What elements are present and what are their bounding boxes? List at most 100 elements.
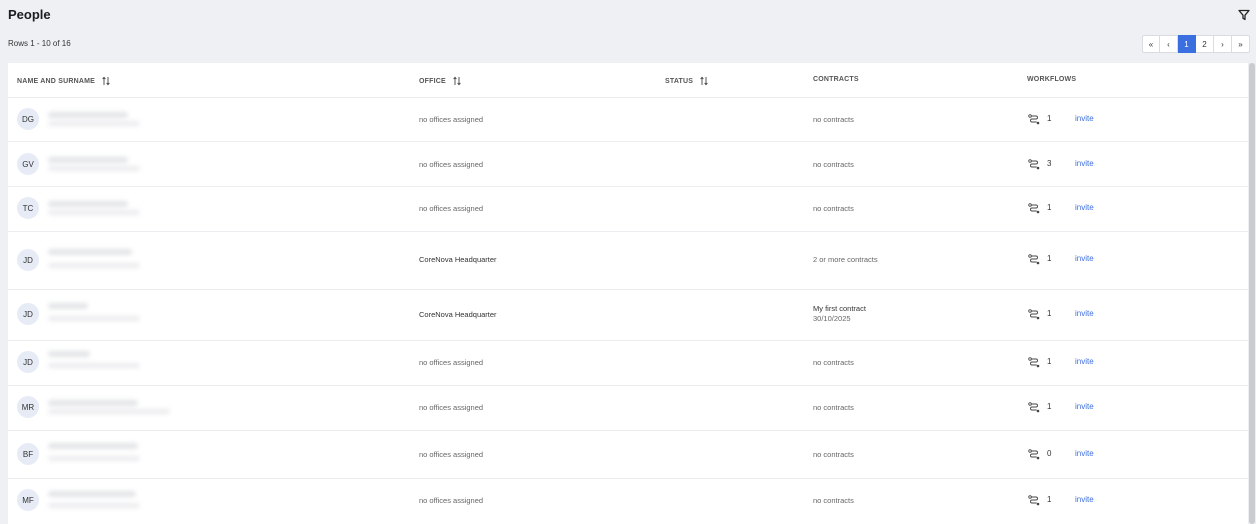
sort-arrows-icon[interactable] [453,76,461,86]
table-row[interactable]: BF no offices assigned no contracts 0 in… [8,430,1248,479]
invite-link[interactable]: invite [1075,159,1094,168]
invite-link[interactable]: invite [1075,495,1094,504]
contracts-cell: no contracts [813,403,854,412]
workflow-count: 1 [1047,402,1052,411]
column-workflows-label: WORKFLOWS [1027,76,1077,83]
table-row[interactable]: JD CoreNova Headquarter My first contrac… [8,289,1248,341]
redacted-email [48,263,140,268]
contracts-cell: My first contract [813,304,866,313]
avatar: TC [17,197,39,219]
invite-link[interactable]: invite [1075,402,1094,411]
office-cell: no offices assigned [419,204,484,213]
workflow-icon [1028,309,1040,320]
scrollbar-thumb[interactable] [1249,63,1255,524]
table-row[interactable]: JD no offices assigned no contracts 1 in… [8,340,1248,386]
invite-link[interactable]: invite [1075,254,1094,263]
prev-page-button[interactable]: ‹ [1160,35,1178,53]
table-row[interactable]: MF no offices assigned no contracts 1 in… [8,478,1248,524]
column-office-label: OFFICE [419,77,446,85]
redacted-name [48,351,90,357]
redacted-email [48,121,140,126]
office-cell: no offices assigned [419,450,484,459]
avatar: DG [17,108,39,130]
contracts-cell: 2 or more contracts [813,255,878,264]
column-office: OFFICE [419,76,461,86]
invite-link[interactable]: invite [1075,357,1094,366]
workflow-count: 1 [1047,254,1052,263]
column-name-label: NAME AND SURNAME [17,77,95,85]
filter-icon[interactable] [1238,9,1250,21]
page-header: People Rows 1 - 10 of 16 « ‹ 1 2 › » [0,0,1256,62]
redacted-email [48,456,140,461]
contracts-cell: no contracts [813,358,854,367]
avatar: JD [17,303,39,325]
redacted-name [48,491,136,497]
contracts-cell: no contracts [813,204,854,213]
redacted-name [48,443,138,449]
column-status: STATUS [665,76,708,86]
redacted-email [48,363,140,368]
workflow-icon [1028,402,1040,413]
redacted-name [48,303,88,309]
avatar: JD [17,351,39,373]
office-cell: CoreNova Headquarter [419,255,497,264]
invite-link[interactable]: invite [1075,203,1094,212]
avatar: MF [17,489,39,511]
table-row[interactable]: TC no offices assigned no contracts 1 in… [8,186,1248,232]
redacted-name [48,201,128,207]
column-workflows: WORKFLOWS [1027,76,1076,83]
contracts-cell: no contracts [813,450,854,459]
sort-arrows-icon[interactable] [102,76,110,86]
contract-date: 30/10/2025 [813,314,851,323]
next-page-button[interactable]: › [1214,35,1232,53]
column-contracts-label: CONTRACTS [813,76,859,83]
workflow-icon [1028,449,1040,460]
redacted-email [48,166,140,171]
workflow-icon [1028,159,1040,170]
table-row[interactable]: MR no offices assigned no contracts 1 in… [8,385,1248,431]
workflow-icon [1028,357,1040,368]
redacted-email [48,210,140,215]
people-table: NAME AND SURNAME OFFICE STATUS CONTRACTS… [8,63,1248,524]
redacted-email [48,503,140,508]
last-page-button[interactable]: » [1232,35,1250,53]
redacted-email [48,409,170,414]
invite-link[interactable]: invite [1075,449,1094,458]
workflow-icon [1028,495,1040,506]
column-contracts: CONTRACTS [813,76,859,83]
workflow-icon [1028,203,1040,214]
workflow-count: 1 [1047,495,1052,504]
workflow-icon [1028,114,1040,125]
scrollbar[interactable] [1248,63,1256,524]
page-button-2[interactable]: 2 [1196,35,1214,53]
page-button-1[interactable]: 1 [1178,35,1196,53]
workflow-count: 3 [1047,159,1052,168]
pagination: « ‹ 1 2 › » [1142,35,1250,53]
table-row[interactable]: GV no offices assigned no contracts 3 in… [8,141,1248,187]
office-cell: no offices assigned [419,496,484,505]
table-row[interactable]: JD CoreNova Headquarter 2 or more contra… [8,231,1248,290]
page-title: People [8,7,51,22]
rows-summary: Rows 1 - 10 of 16 [8,39,71,48]
avatar: BF [17,443,39,465]
redacted-name [48,112,128,118]
redacted-name [48,249,132,255]
workflow-count: 1 [1047,114,1052,123]
workflow-count: 1 [1047,203,1052,212]
avatar: MR [17,396,39,418]
redacted-name [48,400,138,406]
redacted-email [48,316,140,321]
avatar: JD [17,249,39,271]
invite-link[interactable]: invite [1075,114,1094,123]
first-page-button[interactable]: « [1142,35,1160,53]
invite-link[interactable]: invite [1075,309,1094,318]
contracts-cell: no contracts [813,115,854,124]
office-cell: CoreNova Headquarter [419,310,497,319]
office-cell: no offices assigned [419,160,484,169]
workflow-count: 1 [1047,357,1052,366]
office-cell: no offices assigned [419,403,484,412]
sort-arrows-icon[interactable] [700,76,708,86]
column-status-label: STATUS [665,77,694,85]
table-row[interactable]: DG no offices assigned no contracts 1 in… [8,97,1248,142]
contracts-cell: no contracts [813,160,854,169]
